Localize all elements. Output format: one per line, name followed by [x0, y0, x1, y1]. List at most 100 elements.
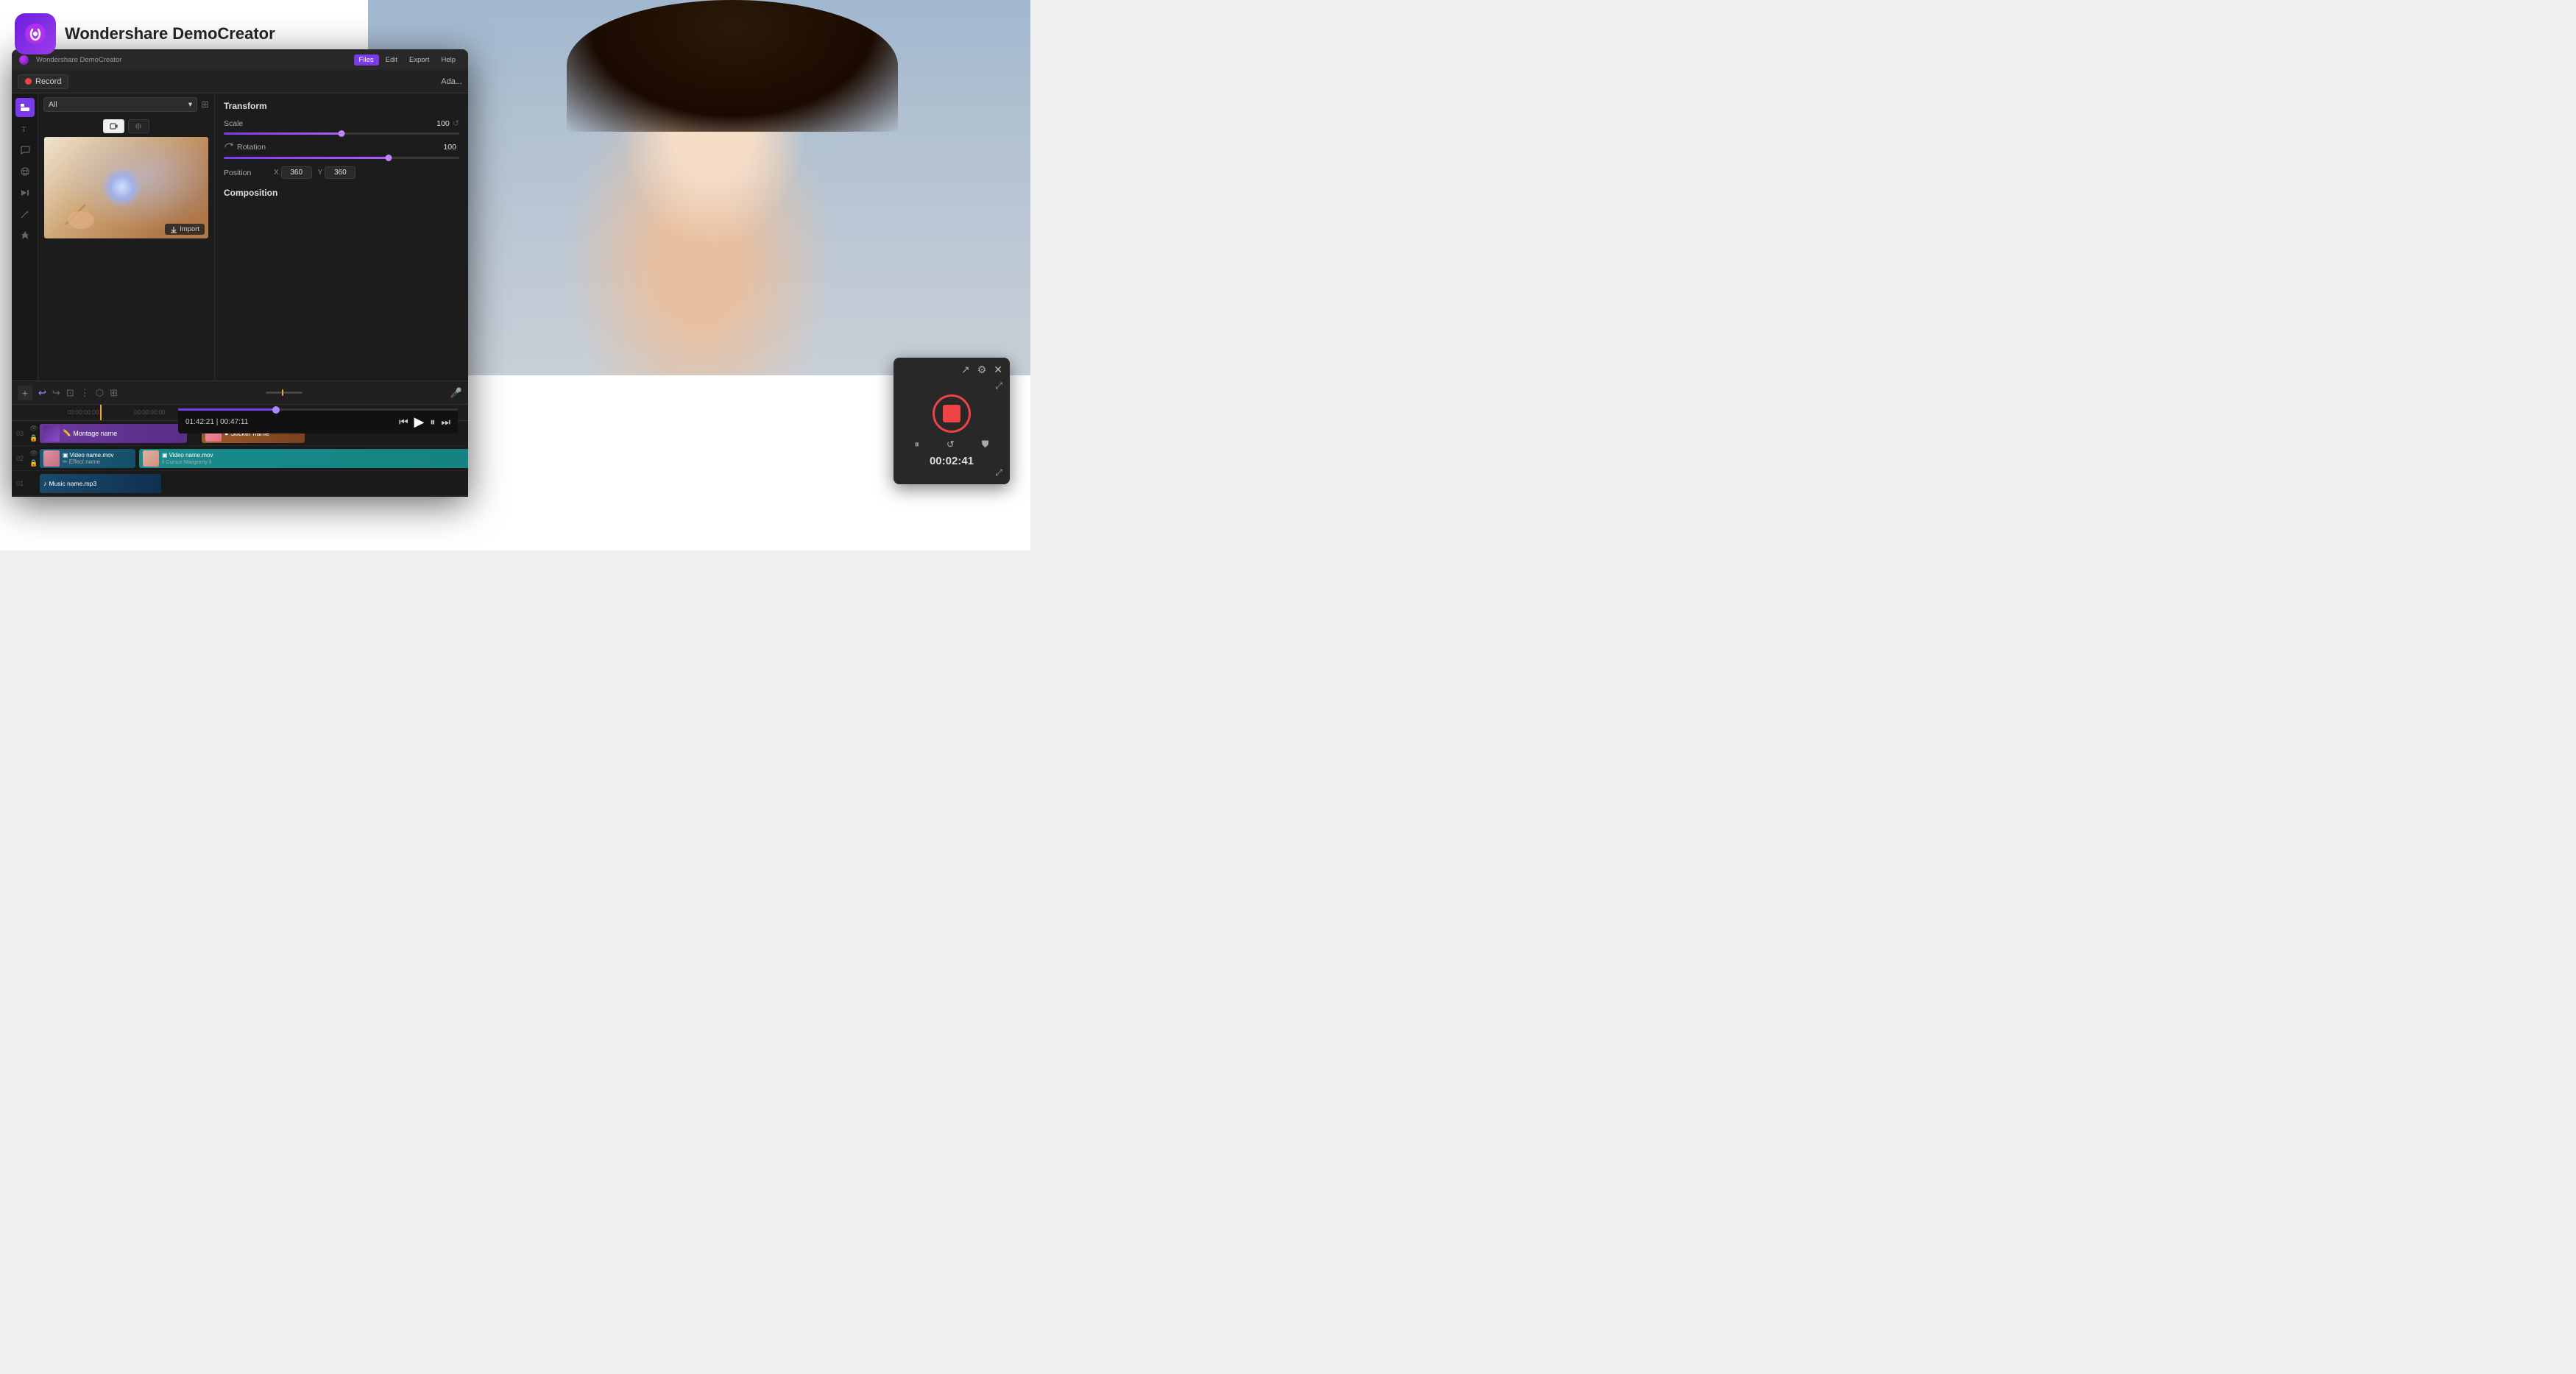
- media-filter-select[interactable]: All ▾: [43, 97, 197, 112]
- montage-clip[interactable]: ✏️ Montage name: [40, 424, 187, 443]
- sidebar-icon-text[interactable]: T: [15, 119, 35, 138]
- scale-slider-fill: [224, 132, 342, 135]
- player-play-button[interactable]: ▶: [414, 414, 425, 430]
- filter-label: All: [49, 100, 57, 109]
- composition-section: Composition: [224, 186, 459, 199]
- player-prev-button[interactable]: ⏮: [399, 416, 408, 428]
- import-label: Import: [180, 225, 199, 233]
- scale-row: Scale 100 ↺: [224, 118, 459, 128]
- recording-widget: ↗ ⚙ ✕ ⤢ ⏸ ↺ ⛊ 00:02:41 ⤢: [894, 358, 1010, 484]
- nav-export[interactable]: Export: [404, 54, 434, 65]
- row-controls-2: 👁 🔒: [28, 450, 40, 467]
- widget-settings-icon[interactable]: ⚙: [977, 364, 987, 376]
- video1-label: ▣ Video name.mov: [63, 452, 113, 458]
- widget-restart-icon[interactable]: ↺: [946, 439, 955, 450]
- media-filter-row: All ▾ ⊞: [38, 93, 214, 116]
- video-icon-1: ▣: [63, 452, 68, 458]
- timeline-add-button[interactable]: +: [18, 386, 32, 400]
- redo-icon[interactable]: ↪: [52, 387, 60, 399]
- audio-tab[interactable]: [128, 119, 149, 133]
- import-button[interactable]: Import: [165, 224, 205, 235]
- widget-close-icon[interactable]: ✕: [994, 364, 1002, 376]
- player-progress-fill: [178, 408, 276, 411]
- pos-y-input[interactable]: [325, 166, 355, 179]
- sidebar-icon-skip[interactable]: [15, 183, 35, 202]
- lock-icon-3[interactable]: 🔒: [29, 434, 38, 442]
- video-clip-2[interactable]: ▣ Video name.mov ‖ Cursur Margrerty ‖: [139, 449, 468, 468]
- grid-view-icon[interactable]: ⊞: [201, 99, 209, 110]
- scale-reset-icon[interactable]: ↺: [453, 118, 459, 128]
- eye-icon-3[interactable]: 👁: [29, 425, 38, 433]
- undo-icon[interactable]: ↩: [38, 387, 46, 399]
- sidebar-icon-pin[interactable]: [15, 226, 35, 245]
- video-clip-1[interactable]: ▣ Video name.mov ✏ Effect name: [40, 449, 135, 468]
- timeline-toolbar: + ↩ ↪ ⊡ ⋮ ⬡ ⊞ 🎤: [12, 381, 468, 405]
- lock-icon-2[interactable]: 🔒: [29, 459, 38, 467]
- sidebar-icon-chat[interactable]: [15, 141, 35, 160]
- player-controls: 01:42:21 | 00:47:11 ⏮ ▶ ⏸ ⏭: [178, 408, 458, 433]
- titlebar-nav: Files Edit Export Help: [354, 54, 461, 65]
- pos-y-label: Y: [318, 169, 323, 177]
- player-next-button[interactable]: ⏭: [441, 416, 450, 428]
- widget-pause-icon[interactable]: ⏸: [914, 439, 919, 450]
- row-num-3: 03: [12, 430, 28, 437]
- cursor-label: ‖ Cursur Margrerty ‖: [162, 458, 213, 465]
- record-button[interactable]: Record: [18, 74, 68, 89]
- crop-icon[interactable]: ⊡: [66, 387, 74, 399]
- pos-x-group: X: [274, 166, 312, 179]
- rotation-slider-thumb: [386, 155, 392, 161]
- effect-icon: ✏: [63, 458, 68, 465]
- sidebar-icon-emoji[interactable]: [15, 162, 35, 181]
- video2-thumb: [143, 450, 159, 467]
- video-icon-2: ▣: [162, 452, 168, 458]
- mic-icon[interactable]: 🎤: [450, 387, 462, 399]
- player-progress-track[interactable]: [178, 408, 458, 411]
- rotation-slider[interactable]: [224, 157, 459, 159]
- video1-thumb: [43, 450, 60, 467]
- record-circle-button[interactable]: [933, 394, 971, 433]
- position-row: Position X Y: [224, 166, 459, 179]
- chevron-down-icon: ▾: [188, 100, 192, 109]
- scale-slider[interactable]: [224, 132, 459, 135]
- sidebar-icon-files[interactable]: [15, 98, 35, 117]
- row-num-1: 01: [12, 480, 28, 487]
- split-icon[interactable]: ⋮: [80, 387, 90, 399]
- player-time: 01:42:21 | 00:47:11: [185, 418, 248, 426]
- svg-text:T: T: [21, 125, 26, 134]
- frame-icon[interactable]: ⊞: [110, 387, 118, 399]
- sidebar-icon-magic[interactable]: [15, 205, 35, 224]
- eye-icon-2[interactable]: 👁: [29, 450, 38, 458]
- timeline-row-2: 02 👁 🔒 ▣: [12, 446, 468, 471]
- expand-icon-bottom[interactable]: ⤢: [995, 467, 1002, 478]
- main-content-area: T: [12, 93, 468, 380]
- row-controls-3: 👁 🔒: [28, 425, 40, 442]
- video-tab[interactable]: [103, 119, 124, 133]
- recording-timer: 00:02:41: [901, 455, 1002, 467]
- nav-edit[interactable]: Edit: [381, 54, 403, 65]
- player-pause-button[interactable]: ⏸: [430, 416, 435, 428]
- record-square-icon: [943, 405, 960, 422]
- video1-effect: ✏ Effect name: [63, 458, 113, 465]
- nav-files[interactable]: Files: [354, 54, 379, 65]
- sidebar: T: [12, 93, 38, 380]
- music-clip[interactable]: ♪ Music name.mp3: [40, 474, 161, 493]
- titlebar-appname: Wondershare DemoCreator: [36, 56, 122, 64]
- rotation-label: Rotation: [237, 143, 281, 152]
- transform-panel: Transform Scale 100 ↺ Rot: [215, 93, 468, 380]
- record-dot: [25, 78, 32, 85]
- main-toolbar: Record Ada...: [12, 70, 468, 93]
- widget-shield-icon[interactable]: ⛊: [982, 439, 989, 450]
- expand-icon-top[interactable]: ⤢: [995, 380, 1002, 392]
- ada-button[interactable]: Ada...: [441, 77, 462, 86]
- scale-slider-thumb: [339, 130, 345, 137]
- media-panel: All ▾ ⊞: [38, 93, 215, 380]
- widget-export-icon[interactable]: ↗: [961, 364, 970, 376]
- media-thumbnail: Import: [44, 137, 208, 238]
- video2-label: ▣ Video name.mov: [162, 452, 213, 458]
- track-area-1: ♪ Music name.mp3: [40, 471, 468, 495]
- shield-icon[interactable]: ⬡: [96, 387, 104, 399]
- pos-x-label: X: [274, 169, 279, 177]
- pos-x-input[interactable]: [281, 166, 312, 179]
- nav-help[interactable]: Help: [436, 54, 461, 65]
- montage-thumb: [43, 425, 60, 442]
